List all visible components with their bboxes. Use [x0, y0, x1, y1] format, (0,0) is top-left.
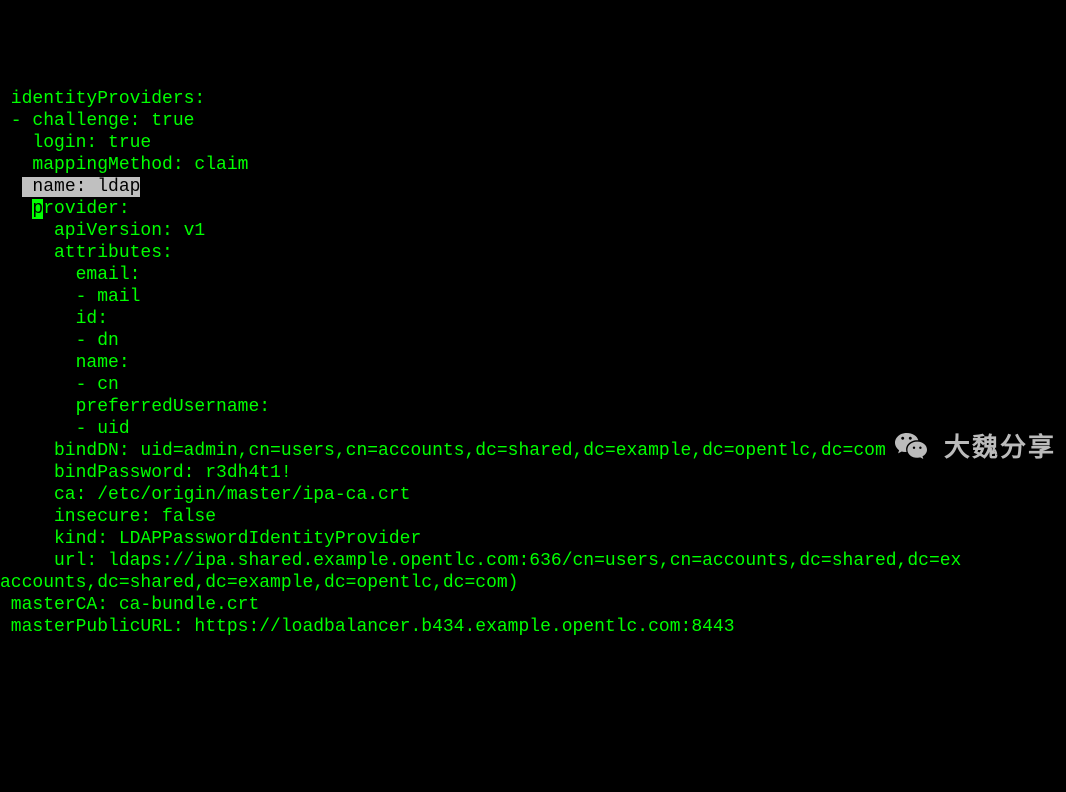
watermark-text: 大魏分享: [944, 436, 1056, 458]
terminal-line: url: ldaps://ipa.shared.example.opentlc.…: [0, 550, 1066, 572]
terminal-line: masterPublicURL: https://loadbalancer.b4…: [0, 616, 1066, 638]
terminal-line: name:: [0, 352, 1066, 374]
terminal-line: email:: [0, 264, 1066, 286]
terminal-line: masterCA: ca-bundle.crt: [0, 594, 1066, 616]
terminal-line: mappingMethod: claim: [0, 154, 1066, 176]
wechat-icon: [893, 385, 936, 509]
terminal-line: - mail: [0, 286, 1066, 308]
terminal-line: identityProviders:: [0, 88, 1066, 110]
terminal-line: id:: [0, 308, 1066, 330]
terminal-line: accounts,dc=shared,dc=example,dc=opentlc…: [0, 572, 1066, 594]
terminal-line: provider:: [0, 198, 1066, 220]
terminal-line: attributes:: [0, 242, 1066, 264]
highlighted-text: name: ldap: [22, 177, 141, 197]
terminal-cursor: p: [32, 199, 43, 219]
terminal-line: name: ldap: [0, 176, 1066, 198]
terminal-line: login: true: [0, 132, 1066, 154]
terminal-line: - dn: [0, 330, 1066, 352]
terminal-line: insecure: false: [0, 506, 1066, 528]
terminal-line: apiVersion: v1: [0, 220, 1066, 242]
terminal-line: kind: LDAPPasswordIdentityProvider: [0, 528, 1066, 550]
terminal-line: - challenge: true: [0, 110, 1066, 132]
watermark-overlay: 大魏分享: [893, 385, 1056, 509]
terminal-output: identityProviders: - challenge: true log…: [0, 88, 1066, 638]
